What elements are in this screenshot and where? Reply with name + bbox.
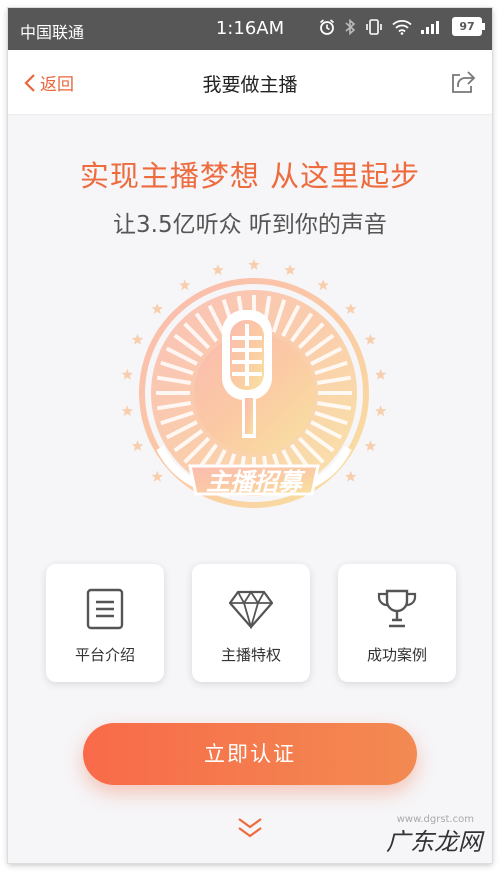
battery-icon: 97: [452, 17, 485, 36]
card-label: 成功案例: [366, 646, 427, 664]
wifi-icon: [392, 19, 412, 35]
anchor-recruit-emblem: 主播招募: [121, 259, 387, 508]
scroll-down-button[interactable]: [235, 816, 265, 844]
document-icon: [86, 588, 124, 630]
emblem-text: 主播招募: [206, 468, 306, 496]
diamond-icon: [228, 590, 274, 629]
signal-icon: [421, 20, 439, 34]
bluetooth-icon: [345, 18, 356, 35]
vibrate-icon: [366, 18, 382, 35]
double-chevron-down-icon: [238, 818, 262, 838]
card-success-cases[interactable]: 成功案例: [338, 564, 456, 682]
status-bar: 中国联通 1:16AM 97: [8, 8, 492, 50]
hero-subtitle: 让3.5亿听众 听到你的声音: [113, 212, 387, 238]
page-title: 我要做主播: [202, 74, 298, 96]
card-anchor-privileges[interactable]: 主播特权: [192, 564, 310, 682]
status-icons: 97: [318, 17, 485, 36]
phone-screen: 中国联通 1:16AM 97 返回 我要做主播 实现主播梦想 从这里起步 让3.…: [8, 8, 492, 863]
card-label: 平台介绍: [74, 646, 135, 664]
share-icon: [452, 71, 476, 93]
navigation-bar: 返回 我要做主播: [8, 50, 492, 115]
share-button[interactable]: [450, 70, 476, 98]
card-label: 主播特权: [220, 646, 281, 664]
feature-cards: 平台介绍 主播特权 成功案例: [46, 564, 456, 682]
alarm-icon: [319, 18, 335, 35]
watermark-logo: 广东龙网: [386, 828, 482, 856]
card-platform-intro[interactable]: 平台介绍: [46, 564, 164, 682]
hero-title: 实现主播梦想 从这里起步: [79, 159, 421, 193]
trophy-icon: [377, 589, 417, 628]
certify-now-button[interactable]: 立即认证: [83, 723, 417, 785]
